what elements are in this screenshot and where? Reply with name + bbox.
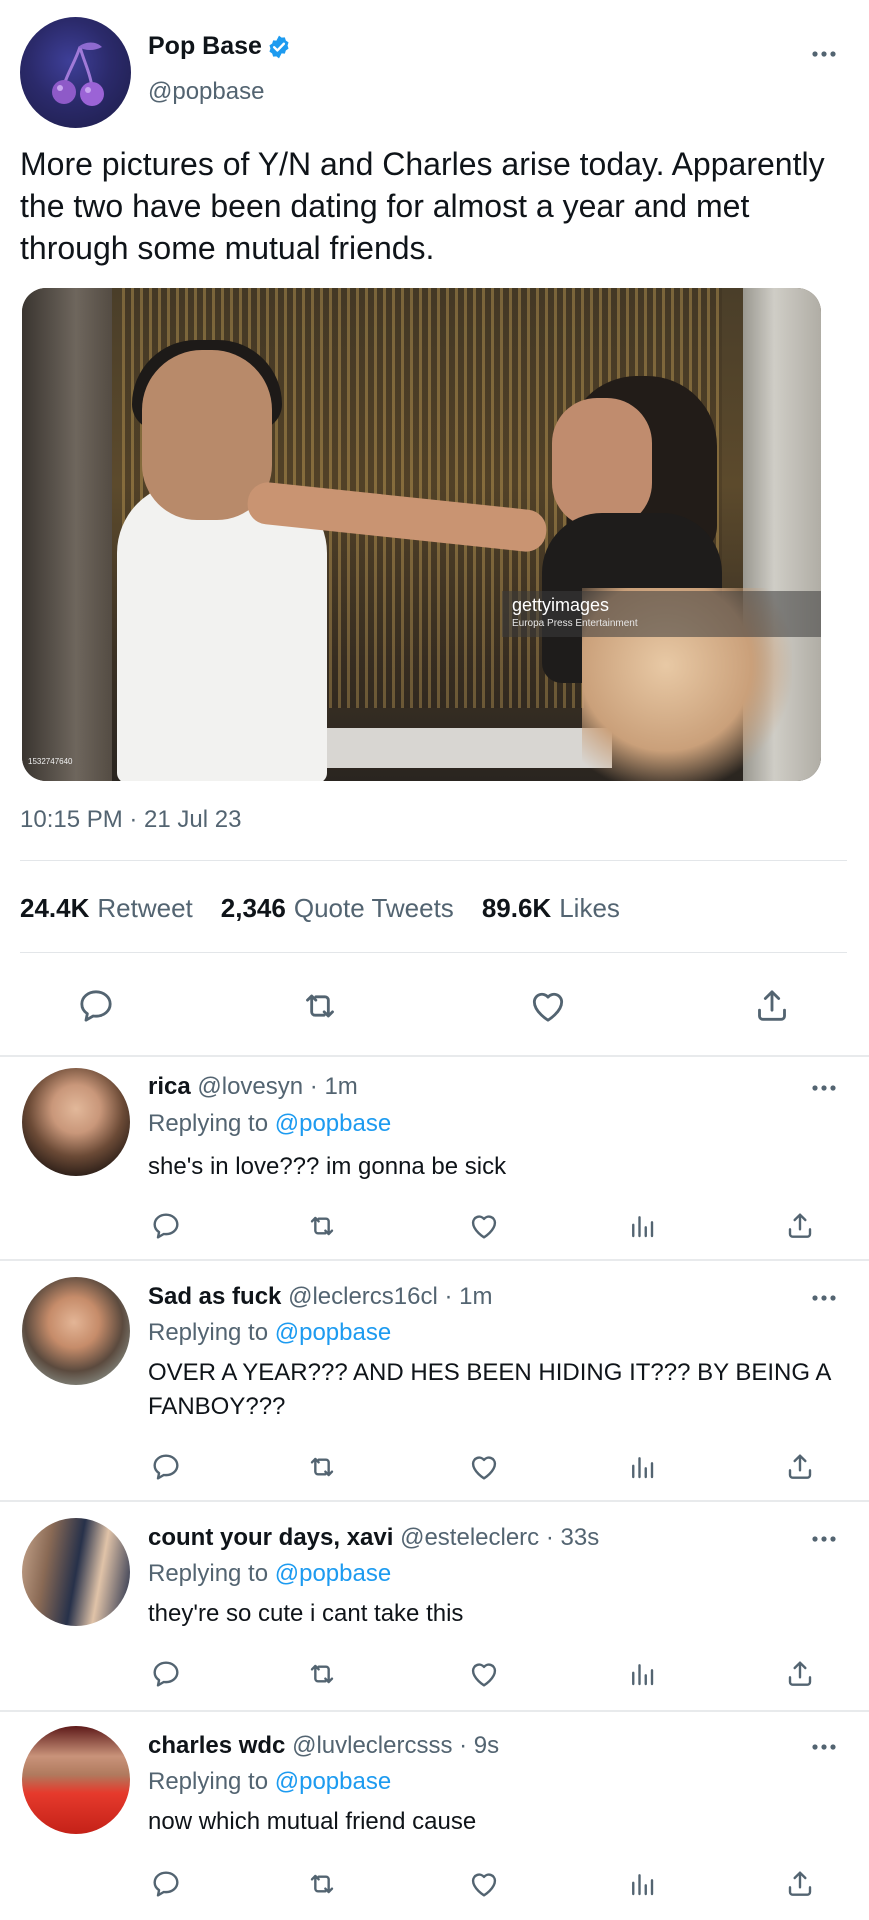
- replying-to: Replying to @popbase: [148, 1560, 391, 1588]
- reply-author-name[interactable]: rica: [148, 1073, 191, 1100]
- replying-to-handle[interactable]: @popbase: [275, 1768, 391, 1795]
- share-icon[interactable]: [780, 1654, 820, 1694]
- heart-icon[interactable]: [524, 984, 572, 1028]
- reply-tweet[interactable]: rica @lovesyn · 1m Replying to @popbase …: [0, 1056, 869, 1258]
- reply-author-name[interactable]: charles wdc: [148, 1732, 285, 1759]
- retweets-stat[interactable]: 24.4K Retweet: [20, 893, 193, 924]
- reply-author-name[interactable]: Sad as fuck: [148, 1283, 281, 1310]
- likes-label: Likes: [559, 893, 620, 923]
- reply-text: OVER A YEAR??? AND HES BEEN HIDING IT???…: [148, 1359, 831, 1420]
- verified-badge-icon: [266, 34, 292, 60]
- heart-icon[interactable]: [464, 1206, 504, 1246]
- heart-icon[interactable]: [464, 1654, 504, 1694]
- reply-icon[interactable]: [146, 1654, 186, 1694]
- replying-to: Replying to @popbase: [148, 1110, 391, 1138]
- quote-tweets-label: Quote Tweets: [293, 893, 454, 923]
- reply-author-handle[interactable]: @lovesyn · 1m: [197, 1073, 357, 1100]
- cherries-icon: [52, 42, 104, 106]
- reply-header: rica @lovesyn · 1m: [148, 1073, 358, 1101]
- author-avatar[interactable]: [20, 17, 131, 128]
- quote-tweets-count: 2,346: [220, 893, 286, 923]
- reply-text: she's in love??? im gonna be sick: [148, 1153, 507, 1180]
- author-name[interactable]: Pop Base: [148, 32, 262, 61]
- tweet-timestamp[interactable]: 10:15 PM · 21 Jul 23: [20, 806, 241, 834]
- replying-to-handle[interactable]: @popbase: [275, 1110, 391, 1137]
- replying-to-label: Replying to: [148, 1110, 269, 1137]
- reply-tweet[interactable]: charles wdc @luvleclercsss · 9s Replying…: [0, 1712, 869, 1920]
- replying-to-label: Replying to: [148, 1560, 269, 1587]
- more-options-icon[interactable]: [806, 44, 842, 64]
- retweet-icon[interactable]: [302, 1206, 342, 1246]
- tweet-stats: 24.4K Retweet 2,346 Quote Tweets 89.6K Like…: [20, 893, 620, 924]
- quote-tweets-stat[interactable]: 2,346 Quote Tweets: [221, 893, 454, 924]
- photo-head-right: [552, 398, 652, 528]
- analytics-icon[interactable]: [622, 1206, 662, 1246]
- analytics-icon[interactable]: [622, 1654, 662, 1694]
- replying-to-label: Replying to: [148, 1319, 269, 1346]
- reply-header: count your days, xavi @esteleclerc · 33s: [148, 1524, 599, 1552]
- tweet-photo[interactable]: gettyimages Europa Press Entertainment 1…: [22, 288, 821, 781]
- retweet-icon[interactable]: [302, 1864, 342, 1904]
- heart-icon[interactable]: [464, 1447, 504, 1487]
- reply-author-handle[interactable]: @luvleclercsss · 9s: [292, 1732, 499, 1759]
- more-options-icon[interactable]: [806, 1078, 842, 1098]
- reply-author-name[interactable]: count your days, xavi: [148, 1524, 393, 1551]
- replying-to-handle[interactable]: @popbase: [275, 1319, 391, 1346]
- heart-icon[interactable]: [464, 1864, 504, 1904]
- share-icon[interactable]: [780, 1447, 820, 1487]
- divider: [20, 860, 847, 861]
- reply-tweet[interactable]: count your days, xavi @esteleclerc · 33s…: [0, 1502, 869, 1709]
- retweets-label: Retweet: [97, 893, 193, 923]
- analytics-icon[interactable]: [622, 1447, 662, 1487]
- replying-to: Replying to @popbase: [148, 1768, 391, 1796]
- reply-icon[interactable]: [146, 1206, 186, 1246]
- analytics-icon[interactable]: [622, 1864, 662, 1904]
- share-icon[interactable]: [780, 1206, 820, 1246]
- likes-stat[interactable]: 89.6K Likes: [482, 893, 620, 924]
- divider: [20, 952, 847, 953]
- reply-icon[interactable]: [146, 1447, 186, 1487]
- author-name-row[interactable]: Pop Base: [148, 32, 292, 61]
- replying-to-label: Replying to: [148, 1768, 269, 1795]
- reply-header: charles wdc @luvleclercsss · 9s: [148, 1732, 499, 1760]
- reply-text: they're so cute i cant take this: [148, 1600, 464, 1627]
- author-handle[interactable]: @popbase: [148, 78, 264, 106]
- reply-author-handle[interactable]: @esteleclerc · 33s: [400, 1524, 599, 1551]
- tweet-text: More pictures of Y/N and Charles arise t…: [20, 146, 825, 266]
- avatar[interactable]: [22, 1068, 130, 1176]
- retweets-count: 24.4K: [20, 893, 90, 923]
- more-options-icon[interactable]: [806, 1288, 842, 1308]
- photo-pillar-left: [22, 288, 112, 781]
- reply-icon[interactable]: [146, 1864, 186, 1904]
- more-options-icon[interactable]: [806, 1529, 842, 1549]
- share-icon[interactable]: [748, 984, 796, 1028]
- replying-to: Replying to @popbase: [148, 1319, 391, 1347]
- retweet-icon[interactable]: [302, 1654, 342, 1694]
- avatar[interactable]: [22, 1277, 130, 1385]
- watermark-credit: Europa Press Entertainment: [512, 618, 638, 629]
- photo-person-left: [117, 483, 327, 781]
- replying-to-handle[interactable]: @popbase: [275, 1560, 391, 1587]
- avatar[interactable]: [22, 1726, 130, 1834]
- image-id: 1532747640: [28, 757, 73, 766]
- avatar[interactable]: [22, 1518, 130, 1626]
- reply-header: Sad as fuck @leclercs16cl · 1m: [148, 1283, 493, 1311]
- reply-author-handle[interactable]: @leclercs16cl · 1m: [288, 1283, 492, 1310]
- watermark-logo: gettyimages: [512, 595, 610, 615]
- retweet-icon[interactable]: [296, 984, 344, 1028]
- reply-tweet[interactable]: Sad as fuck @leclercs16cl · 1m Replying …: [0, 1261, 869, 1499]
- more-options-icon[interactable]: [806, 1737, 842, 1757]
- retweet-icon[interactable]: [302, 1447, 342, 1487]
- likes-count: 89.6K: [481, 893, 552, 923]
- reply-text: now which mutual friend cause: [148, 1808, 477, 1835]
- share-icon[interactable]: [780, 1864, 820, 1904]
- reply-icon[interactable]: [72, 984, 120, 1028]
